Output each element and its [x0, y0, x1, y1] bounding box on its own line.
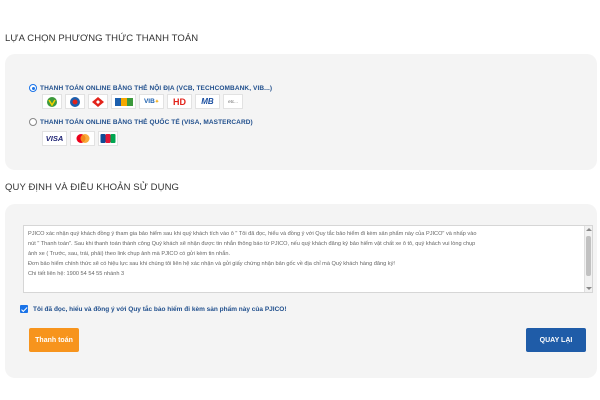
visa-logo-icon: VISA [42, 131, 67, 146]
scroll-up-arrow-icon[interactable] [586, 228, 592, 231]
vcb-logo-icon [42, 94, 62, 109]
international-card-logos: VISA [42, 131, 118, 146]
agree-terms-label[interactable]: Tôi đã đọc, hiểu và đồng ý với Quy tắc b… [33, 306, 287, 313]
domestic-card-label[interactable]: THANH TOÁN ONLINE BẰNG THẺ NỘI ĐỊA (VCB,… [40, 85, 272, 92]
payment-method-title: LỰA CHỌN PHƯƠNG THỨC THANH TOÁN [5, 33, 199, 44]
terms-line: nút " Thanh toán". Sau khi thanh toán th… [28, 241, 476, 247]
scroll-down-arrow-icon[interactable] [586, 287, 592, 290]
scroll-thumb[interactable] [586, 236, 591, 276]
terms-line: Chi tiết liên hệ: 1900 54 54 55 nhánh 3 [28, 271, 125, 277]
vib-logo-icon: VIB ✦ [139, 94, 164, 109]
international-card-label[interactable]: THANH TOÁN ONLINE BẰNG THẺ QUỐC TẾ (VISA… [40, 119, 253, 126]
terms-line: Đơn bảo hiểm chính thức sẽ có hiệu lực s… [28, 261, 395, 267]
techcombank-logo-icon [88, 94, 108, 109]
agree-terms-checkbox[interactable] [20, 305, 28, 313]
vietinbank-logo-icon [65, 94, 85, 109]
eximbank-logo-icon [111, 94, 136, 109]
payment-method-panel [5, 54, 597, 170]
back-button[interactable]: QUAY LẠI [526, 328, 586, 352]
domestic-card-option[interactable]: THANH TOÁN ONLINE BẰNG THẺ NỘI ĐỊA (VCB,… [29, 84, 272, 92]
mastercard-logo-icon [70, 131, 95, 146]
terms-title: QUY ĐỊNH VÀ ĐIỀU KHOẢN SỬ DỤNG [5, 182, 180, 193]
pay-button[interactable]: Thanh toán [29, 328, 79, 352]
terms-scrollbar[interactable] [584, 226, 592, 292]
hd-bank-logo-icon: HD [167, 94, 192, 109]
other-banks-logo-icon: etc... [223, 94, 243, 109]
terms-text: PJICO xác nhận quý khách đồng ý tham gia… [28, 229, 578, 279]
terms-line: ảnh xe ( Trước, sau, trái, phải) theo li… [28, 251, 231, 257]
international-card-radio[interactable] [29, 118, 37, 126]
jcb-logo-icon [98, 131, 118, 146]
mb-bank-logo-icon: MB [195, 94, 220, 109]
domestic-card-radio[interactable] [29, 84, 37, 92]
international-card-option[interactable]: THANH TOÁN ONLINE BẰNG THẺ QUỐC TẾ (VISA… [29, 118, 253, 126]
agree-terms-option[interactable]: Tôi đã đọc, hiểu và đồng ý với Quy tắc b… [20, 305, 287, 313]
terms-line: PJICO xác nhận quý khách đồng ý tham gia… [28, 231, 477, 237]
terms-textarea[interactable]: PJICO xác nhận quý khách đồng ý tham gia… [23, 225, 593, 293]
domestic-bank-logos: VIB ✦ HD MB etc... [42, 94, 243, 109]
